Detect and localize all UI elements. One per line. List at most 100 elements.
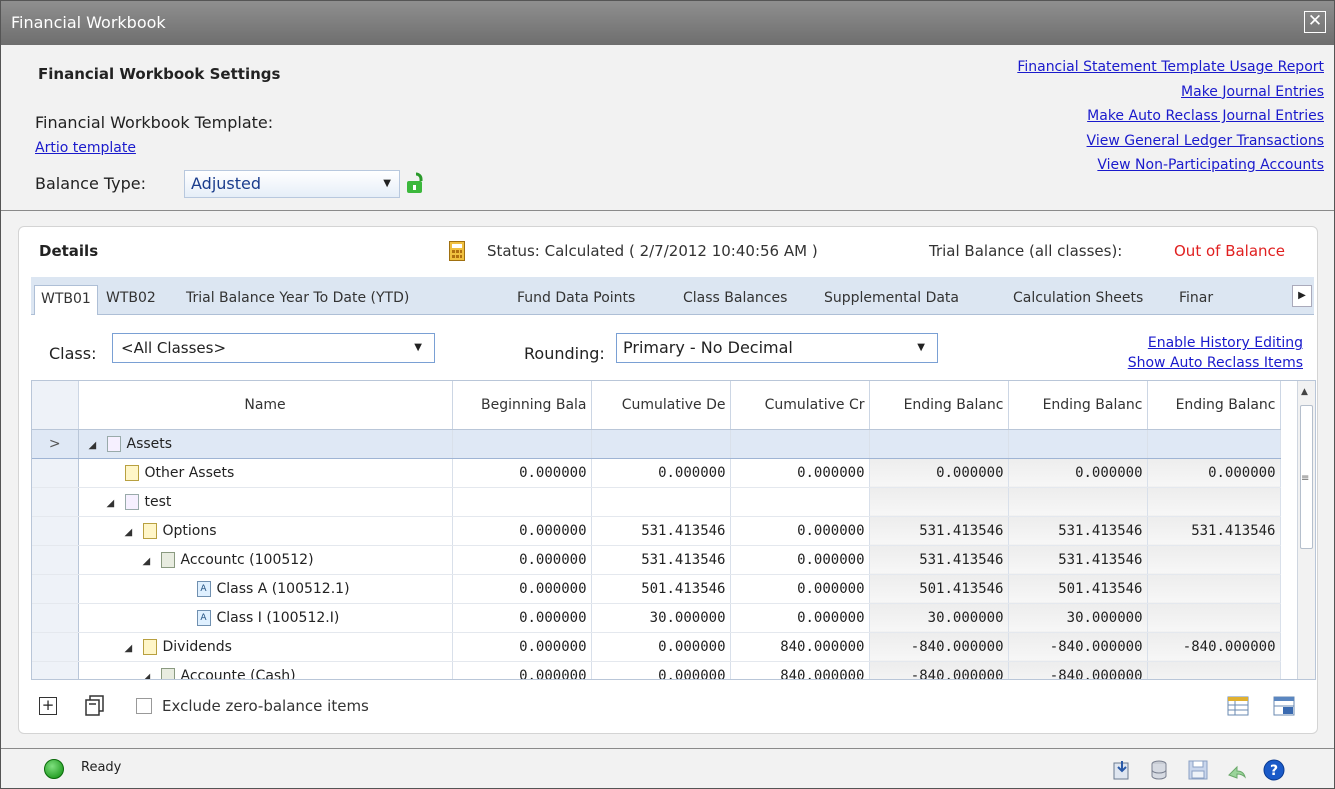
view-non-participating-link[interactable]: View Non-Participating Accounts <box>1017 153 1324 178</box>
value-cell[interactable] <box>730 428 870 459</box>
value-cell[interactable]: 531.413546 <box>1008 516 1148 546</box>
value-cell[interactable]: 30.000000 <box>591 603 731 633</box>
value-cell[interactable]: -840.000000 <box>1008 632 1148 662</box>
row-selector[interactable] <box>32 661 79 679</box>
value-cell[interactable] <box>1147 428 1281 459</box>
table-row[interactable]: ◢ Accounte (Cash) 0.000000 0.000000 840.0000… <box>32 661 1281 680</box>
row-selector[interactable] <box>32 574 79 604</box>
value-cell[interactable]: 501.413546 <box>1008 574 1148 604</box>
import-icon[interactable] <box>1111 759 1133 781</box>
value-cell[interactable]: 531.413546 <box>591 516 731 546</box>
value-cell[interactable]: 531.413546 <box>869 516 1009 546</box>
value-cell[interactable] <box>869 487 1009 517</box>
value-cell[interactable] <box>452 428 592 459</box>
value-cell[interactable]: 0.000000 <box>730 545 870 575</box>
template-usage-report-link[interactable]: Financial Statement Template Usage Repor… <box>1017 55 1324 80</box>
row-name-cell[interactable]: ◢ Accountc (100512) <box>78 545 453 575</box>
view-gl-transactions-link[interactable]: View General Ledger Transactions <box>1017 129 1324 154</box>
value-cell[interactable] <box>869 428 1009 459</box>
column-header-beginning-balance[interactable]: Beginning Bala <box>452 381 592 430</box>
grid-settings-icon[interactable] <box>1273 696 1295 716</box>
value-cell[interactable]: 0.000000 <box>730 516 870 546</box>
make-journal-entries-link[interactable]: Make Journal Entries <box>1017 80 1324 105</box>
enable-history-editing-link[interactable]: Enable History Editing <box>1128 333 1303 353</box>
vertical-scrollbar[interactable]: ▲ ≡ <box>1297 381 1315 679</box>
expand-toggle-icon[interactable]: ◢ <box>143 672 161 680</box>
expand-toggle-icon[interactable]: ◢ <box>143 556 161 567</box>
row-name-cell[interactable]: A Class I (100512.I) <box>78 603 453 633</box>
table-row[interactable]: Other Assets 0.000000 0.000000 0.000000 0.00… <box>32 458 1281 488</box>
value-cell[interactable]: 30.000000 <box>869 603 1009 633</box>
rounding-select[interactable]: Primary - No Decimal ▼ <box>616 333 938 363</box>
value-cell[interactable]: 840.000000 <box>730 632 870 662</box>
table-row[interactable]: > ◢ Assets <box>32 428 1281 459</box>
calculator-icon[interactable] <box>449 241 465 261</box>
value-cell[interactable] <box>730 487 870 517</box>
value-cell[interactable]: 0.000000 <box>452 632 592 662</box>
expand-toggle-icon[interactable]: ◢ <box>125 527 143 538</box>
show-auto-reclass-link[interactable]: Show Auto Reclass Items <box>1128 353 1303 373</box>
table-row[interactable]: ◢ Options 0.000000 531.413546 0.000000 531.41… <box>32 516 1281 546</box>
table-row[interactable]: A Class I (100512.I) 0.000000 30.000000 0.00… <box>32 603 1281 633</box>
value-cell[interactable]: -840.000000 <box>1147 632 1281 662</box>
tab-fund-data-points[interactable]: Fund Data Points <box>511 285 641 315</box>
row-name-cell[interactable]: Other Assets <box>78 458 453 488</box>
row-name-cell[interactable]: ◢ Assets <box>78 428 453 459</box>
value-cell[interactable]: 0.000000 <box>452 545 592 575</box>
value-cell[interactable] <box>1147 487 1281 517</box>
row-selector[interactable] <box>32 603 79 633</box>
row-name-cell[interactable]: ◢ test <box>78 487 453 517</box>
close-icon[interactable]: ✕ <box>1304 11 1326 33</box>
row-selector[interactable] <box>32 632 79 662</box>
expand-toggle-icon[interactable]: ◢ <box>125 643 143 654</box>
value-cell[interactable]: 531.413546 <box>1147 516 1281 546</box>
value-cell[interactable]: 0.000000 <box>730 603 870 633</box>
value-cell[interactable]: 531.413546 <box>591 545 731 575</box>
value-cell[interactable] <box>452 487 592 517</box>
value-cell[interactable] <box>1147 661 1281 679</box>
value-cell[interactable]: -840.000000 <box>869 661 1009 679</box>
column-chooser-icon[interactable] <box>1227 696 1249 716</box>
table-row[interactable]: ◢ Accountc (100512) 0.000000 531.413546 0.00… <box>32 545 1281 575</box>
value-cell[interactable]: 531.413546 <box>869 545 1009 575</box>
value-cell[interactable]: 0.000000 <box>591 458 731 488</box>
tab-wtb01[interactable]: WTB01 <box>34 285 98 315</box>
value-cell[interactable] <box>591 428 731 459</box>
column-header-ending-balance-3[interactable]: Ending Balanc <box>1147 381 1281 430</box>
row-selector[interactable] <box>32 487 79 517</box>
expand-toggle-icon[interactable]: ◢ <box>107 498 125 509</box>
tab-finar[interactable]: Finar <box>1173 285 1219 315</box>
table-row[interactable]: ◢ test <box>32 487 1281 517</box>
save-icon[interactable] <box>1187 759 1209 781</box>
value-cell[interactable] <box>1147 603 1281 633</box>
tab-scroll-right-icon[interactable]: ▶ <box>1292 285 1312 307</box>
column-header-name[interactable]: Name <box>78 381 453 430</box>
row-selector[interactable] <box>32 545 79 575</box>
row-name-cell[interactable]: ◢ Accounte (Cash) <box>78 661 453 680</box>
row-selector[interactable] <box>32 516 79 546</box>
row-name-cell[interactable]: ◢ Options <box>78 516 453 546</box>
expand-all-icon[interactable]: + <box>39 697 57 715</box>
row-name-cell[interactable]: ◢ Dividends <box>78 632 453 662</box>
value-cell[interactable]: 0.000000 <box>730 458 870 488</box>
value-cell[interactable]: 0.000000 <box>452 458 592 488</box>
tab-class-balances[interactable]: Class Balances <box>677 285 793 315</box>
table-row[interactable]: A Class A (100512.1) 0.000000 501.413546 0.0… <box>32 574 1281 604</box>
row-name-cell[interactable]: A Class A (100512.1) <box>78 574 453 604</box>
value-cell[interactable]: 0.000000 <box>452 574 592 604</box>
tab-calculation-sheets[interactable]: Calculation Sheets <box>1007 285 1149 315</box>
tab-wtb02[interactable]: WTB02 <box>100 285 162 315</box>
row-selector[interactable]: > <box>32 428 79 459</box>
template-link[interactable]: Artio template <box>35 140 136 156</box>
value-cell[interactable]: 0.000000 <box>591 661 731 679</box>
value-cell[interactable] <box>1008 428 1148 459</box>
value-cell[interactable]: 501.413546 <box>869 574 1009 604</box>
column-header-cumulative-debit[interactable]: Cumulative De <box>591 381 731 430</box>
column-header-cumulative-credit[interactable]: Cumulative Cr <box>730 381 870 430</box>
tab-supplemental-data[interactable]: Supplemental Data <box>818 285 965 315</box>
database-icon[interactable] <box>1149 759 1171 781</box>
make-auto-reclass-link[interactable]: Make Auto Reclass Journal Entries <box>1017 104 1324 129</box>
value-cell[interactable] <box>1147 574 1281 604</box>
value-cell[interactable]: -840.000000 <box>1008 661 1148 679</box>
unlock-icon[interactable] <box>406 171 426 195</box>
